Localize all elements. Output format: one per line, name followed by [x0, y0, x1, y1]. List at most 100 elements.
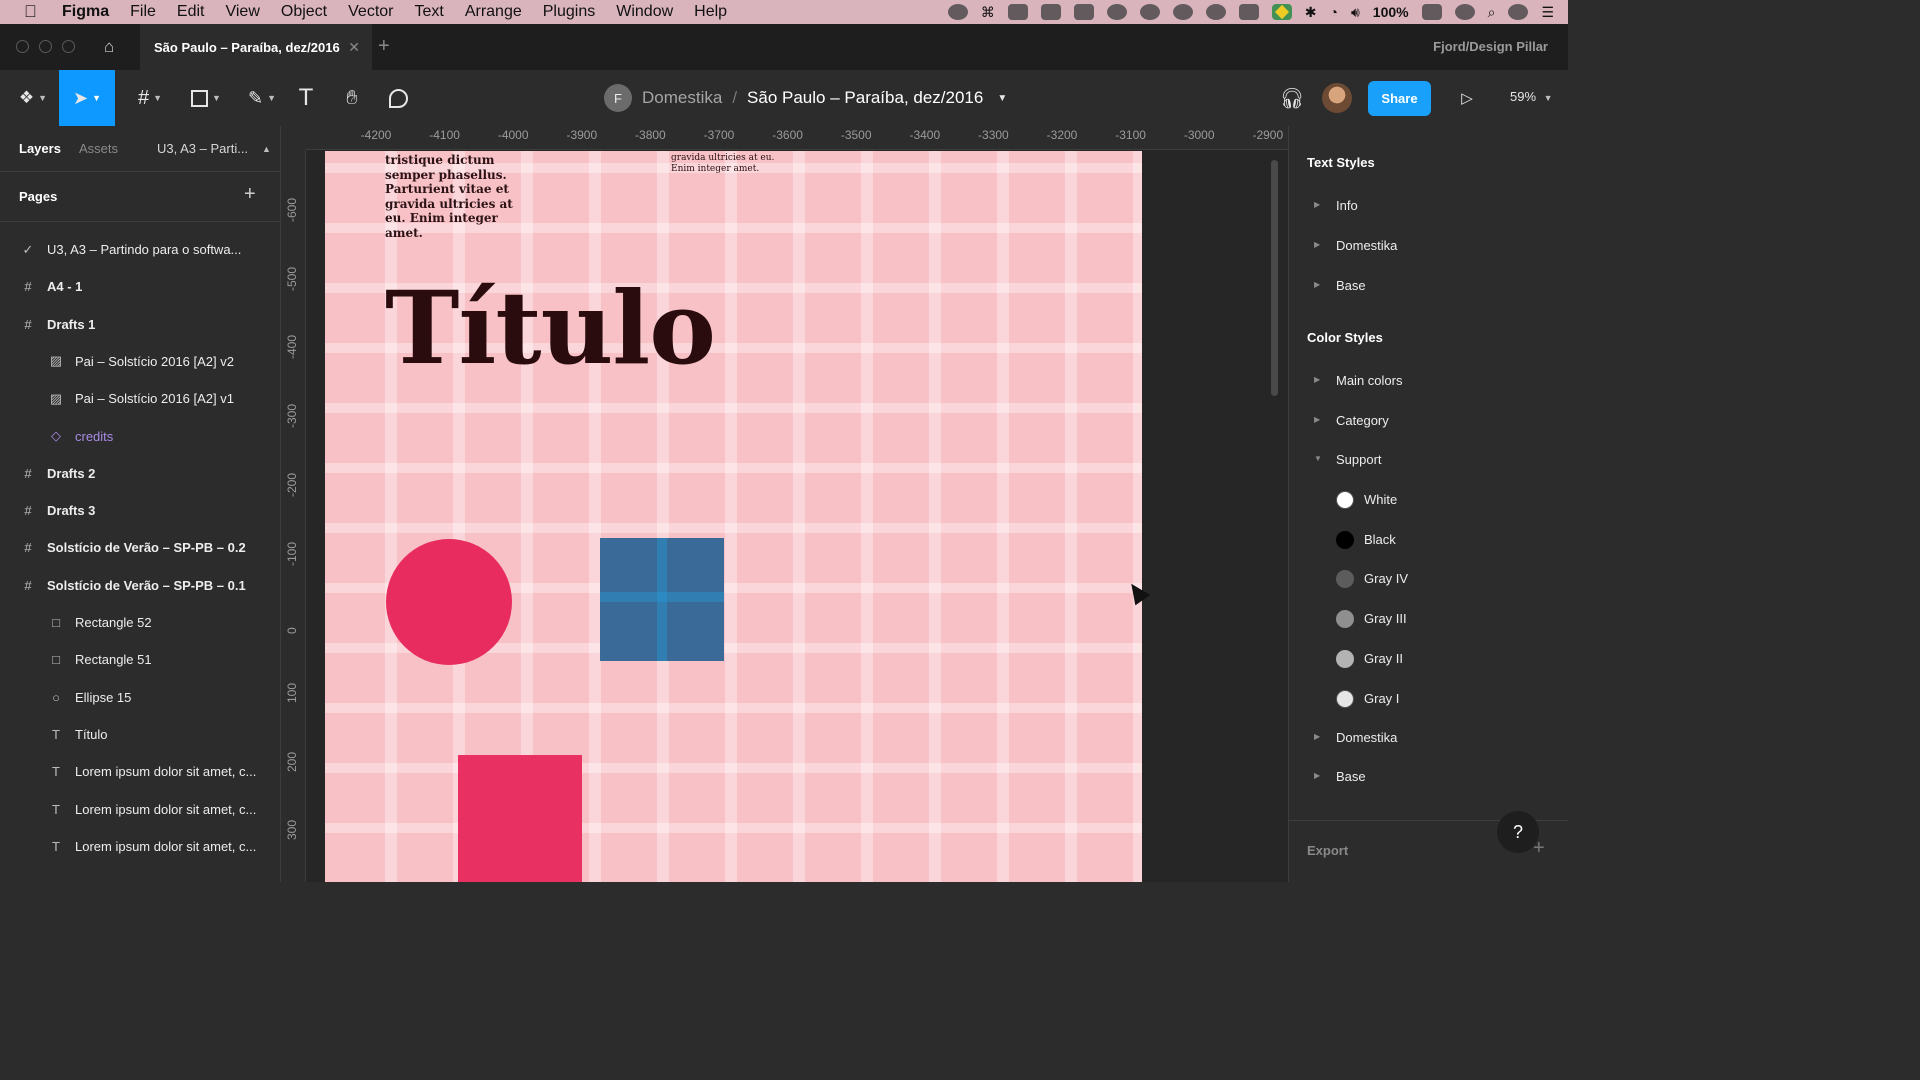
headphones-icon[interactable]: 🎧︎	[1279, 70, 1304, 126]
close-window-button[interactable]	[16, 40, 29, 53]
layer-row[interactable]: ▨ Pai – Solstício 2016 [A2] v1	[0, 380, 280, 417]
frame-tool-button[interactable]: # ▼	[128, 70, 172, 126]
sync-icon[interactable]	[947, 4, 968, 20]
screen-icon[interactable]	[1040, 4, 1061, 20]
pen-tool-button[interactable]: ✎ ▼	[240, 70, 284, 126]
shape-tool-button[interactable]: ▼	[184, 70, 228, 126]
minimize-window-button[interactable]	[39, 40, 52, 53]
menu-app[interactable]: Figma	[62, 3, 109, 21]
tab-file[interactable]: São Paulo – Paraíba, dez/2016 ✕	[140, 24, 372, 70]
home-icon[interactable]: ⌂	[104, 37, 124, 57]
layer-row[interactable]: # Drafts 3	[0, 492, 280, 529]
ellipse-15[interactable]	[386, 539, 512, 665]
app-tray-icon[interactable]	[1007, 4, 1028, 20]
control-center-icon[interactable]: ☰	[1541, 4, 1554, 21]
menu-window[interactable]: Window	[616, 3, 673, 21]
rectangle-52[interactable]	[458, 755, 582, 882]
blue-rectangle[interactable]	[600, 538, 724, 661]
battery-icon[interactable]	[1421, 4, 1442, 20]
color-style-row[interactable]: Gray I	[1289, 681, 1568, 717]
help-button[interactable]: ?	[1497, 811, 1539, 853]
play-icon[interactable]: ▷	[1458, 70, 1476, 126]
color-style-row[interactable]: Gray II	[1289, 641, 1568, 677]
keyboard-flag-icon[interactable]	[1271, 4, 1292, 20]
layer-row[interactable]: □ Rectangle 51	[0, 641, 280, 678]
layer-row[interactable]: # A4 - 1	[0, 268, 280, 305]
cloud-icon[interactable]	[1106, 4, 1127, 20]
volume-icon[interactable]: 🔊︎	[1351, 4, 1360, 21]
menu-object[interactable]: Object	[281, 3, 327, 21]
shield-icon[interactable]	[1139, 4, 1160, 20]
tab-layers[interactable]: Layers	[19, 141, 61, 156]
dropbox-icon[interactable]	[1073, 4, 1094, 20]
layer-row[interactable]: # Solstício de Verão – SP-PB – 0.1	[0, 567, 280, 604]
layer-row[interactable]: T Título	[0, 716, 280, 753]
vertical-scrollbar[interactable]	[1271, 160, 1278, 396]
layer-row[interactable]: T Lorem ipsum dolor sit amet, c...	[0, 753, 280, 790]
comment-tool-button[interactable]	[386, 70, 410, 126]
menu-view[interactable]: View	[225, 3, 259, 21]
user-avatar[interactable]	[1322, 83, 1352, 113]
wifi-icon[interactable]: ◔	[1329, 4, 1337, 20]
color-style-row[interactable]: White	[1289, 482, 1568, 518]
menu-help[interactable]: Help	[694, 3, 727, 21]
layer-row[interactable]: ▨ Pai – Solstício 2016 [A2] v2	[0, 343, 280, 380]
chevron-down-icon[interactable]: ▼	[997, 93, 1007, 104]
team-avatar[interactable]: F	[604, 84, 632, 112]
dollar-icon[interactable]	[1172, 4, 1193, 20]
layer-row[interactable]: ◇ credits	[0, 418, 280, 455]
color-group-main[interactable]: ▶ Main colors	[1289, 363, 1568, 399]
layer-row[interactable]: # Drafts 1	[0, 306, 280, 343]
menu-edit[interactable]: Edit	[177, 3, 205, 21]
artboard-frame[interactable]: tristique dictum semper phasellus. Partu…	[325, 151, 1142, 882]
color-group-support[interactable]: ▼ Support	[1289, 442, 1568, 478]
menu-plugins[interactable]: Plugins	[543, 3, 595, 21]
tab-assets[interactable]: Assets	[79, 141, 118, 156]
menu-vector[interactable]: Vector	[348, 3, 393, 21]
chevron-up-icon[interactable]: ▲	[262, 144, 271, 154]
color-group-domestika[interactable]: ▶ Domestika	[1289, 720, 1568, 756]
text-style-base[interactable]: ▶ Base	[1289, 268, 1568, 304]
layer-row[interactable]: T Lorem ipsum dolor sit amet, c...	[0, 791, 280, 828]
layer-row[interactable]: T Lorem ipsum dolor sit amet, c...	[0, 828, 280, 865]
clock-icon[interactable]	[1454, 4, 1475, 20]
siri-icon[interactable]	[1508, 4, 1529, 20]
layer-row[interactable]: □ Rectangle 52	[0, 604, 280, 641]
zoom-level[interactable]: 59% ▼	[1510, 89, 1553, 104]
main-menu-button[interactable]: ❖ ▼	[12, 70, 54, 126]
menu-file[interactable]: File	[130, 3, 156, 21]
layer-row[interactable]: ✓ U3, A3 – Partindo para o softwa...	[0, 231, 280, 268]
color-style-row[interactable]: Gray IV	[1289, 561, 1568, 597]
search-tray-icon[interactable]	[1205, 4, 1226, 20]
body-text-block-2[interactable]: gravida ultricies at eu. Enim integer am…	[671, 153, 789, 175]
text-style-domestika[interactable]: ▶ Domestika	[1289, 228, 1568, 264]
apple-icon[interactable]: 	[24, 2, 44, 22]
color-style-row[interactable]: Black	[1289, 522, 1568, 558]
new-tab-icon[interactable]: +	[378, 35, 390, 58]
menu-text[interactable]: Text	[414, 3, 443, 21]
command-icon[interactable]: ⌘	[981, 4, 995, 21]
color-group-category[interactable]: ▶ Category	[1289, 403, 1568, 439]
current-page-selector[interactable]: U3, A3 – Parti...	[157, 141, 248, 156]
spotlight-icon[interactable]: ⌕	[1488, 4, 1496, 21]
airplay-icon[interactable]	[1238, 4, 1259, 20]
file-name[interactable]: São Paulo – Paraíba, dez/2016	[747, 88, 983, 108]
share-button[interactable]: Share	[1368, 81, 1431, 116]
text-tool-button[interactable]: T	[294, 70, 318, 126]
color-style-row[interactable]: Gray III	[1289, 601, 1568, 637]
canvas[interactable]: tristique dictum semper phasellus. Partu…	[282, 126, 1288, 882]
hand-tool-button[interactable]: ✋︎	[340, 70, 364, 126]
layer-row[interactable]: # Solstício de Verão – SP-PB – 0.2	[0, 529, 280, 566]
body-text-block-1[interactable]: tristique dictum semper phasellus. Partu…	[385, 153, 517, 240]
bluetooth-icon[interactable]: ✱	[1305, 4, 1317, 21]
breadcrumb-team[interactable]: Domestika	[642, 88, 722, 108]
move-tool-button[interactable]: ➤ ▼	[59, 70, 115, 126]
title-text[interactable]: Título	[385, 269, 716, 387]
close-tab-icon[interactable]: ✕	[348, 39, 360, 56]
layer-row[interactable]: ○ Ellipse 15	[0, 679, 280, 716]
color-group-base[interactable]: ▶ Base	[1289, 759, 1568, 795]
maximize-window-button[interactable]	[62, 40, 75, 53]
text-style-info[interactable]: ▶ Info	[1289, 188, 1568, 224]
menu-arrange[interactable]: Arrange	[465, 3, 522, 21]
add-page-icon[interactable]: +	[244, 183, 256, 206]
